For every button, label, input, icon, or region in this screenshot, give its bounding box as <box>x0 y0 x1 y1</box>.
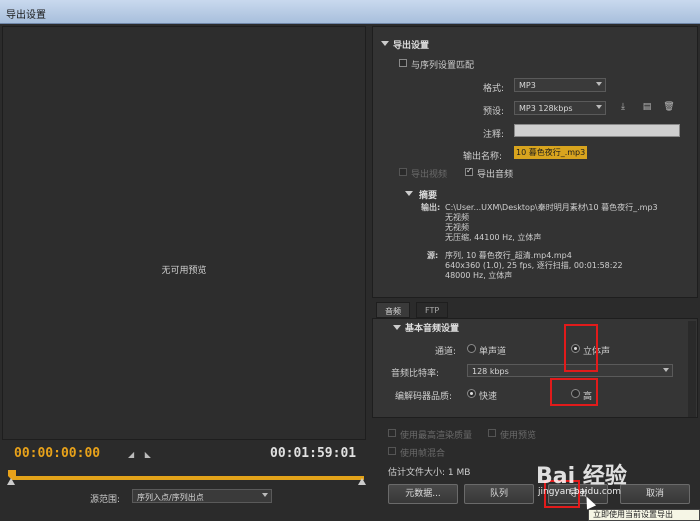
chevron-down-icon <box>596 82 602 86</box>
max-render-quality-checkbox[interactable] <box>388 429 396 437</box>
preview-panel: 无可用预览 <box>2 26 366 440</box>
summary-header: 摘要 <box>419 191 438 201</box>
metadata-button[interactable]: 元数据... <box>388 484 458 504</box>
delete-preset-icon[interactable]: 🗑 <box>663 102 675 113</box>
channels-label: 通道: <box>435 347 457 357</box>
use-previews-checkbox[interactable] <box>488 429 496 437</box>
source-range-label: 源范围: <box>90 495 121 505</box>
format-dropdown[interactable]: MP3 <box>514 78 606 92</box>
export-settings-header: 导出设置 <box>393 41 430 51</box>
export-settings-panel: 导出设置 与序列设置匹配 格式: MP3 预设: MP3 128kbps ⤓ ▤… <box>372 26 698 298</box>
export-video-checkbox[interactable] <box>399 168 407 176</box>
mono-label: 单声道 <box>479 347 507 357</box>
timeline-bar[interactable] <box>7 470 366 486</box>
comment-input[interactable] <box>514 124 680 137</box>
comment-label: 注释: <box>483 130 505 140</box>
export-audio-checkbox[interactable] <box>465 166 473 176</box>
out-point-handle[interactable] <box>358 478 366 485</box>
format-label: 格式: <box>483 84 505 94</box>
timecode-in[interactable]: 00:00:00:00 <box>14 446 100 461</box>
match-sequence-label: 与序列设置匹配 <box>411 61 475 71</box>
save-preset-icon[interactable]: ⤓ <box>617 102 629 113</box>
import-preset-icon[interactable]: ▤ <box>641 102 653 113</box>
no-preview-message: 无可用预览 <box>161 266 207 276</box>
summary-source-line: 序列, 10 暮色夜行_超清.mp4.mp4 <box>445 251 572 260</box>
in-point-handle[interactable] <box>7 478 15 485</box>
output-name-label: 输出名称: <box>463 152 503 162</box>
bitrate-value: 128 kbps <box>472 367 509 376</box>
tab-ftp[interactable]: FTP <box>416 302 449 318</box>
settings-tabs: 音频 FTP <box>372 302 698 318</box>
use-previews-label: 使用预览 <box>500 431 537 441</box>
match-sequence-checkbox[interactable] <box>399 59 407 67</box>
output-name-link[interactable]: 10 暮色夜行_.mp3 <box>514 146 588 159</box>
quality-fast-radio[interactable] <box>467 389 476 398</box>
preset-label: 预设: <box>483 107 505 117</box>
highlight-box-high <box>550 378 598 406</box>
audio-panel-scrollbar[interactable] <box>688 321 696 417</box>
summary-output-line: C:\User...UXM\Desktop\秦时明月素材\10 暮色夜行_.mp… <box>445 203 658 212</box>
summary-output-line: 无视频 <box>445 213 469 222</box>
baidu-watermark-logo: Bai 经验 <box>536 464 627 489</box>
queue-button[interactable]: 队列 <box>464 484 534 504</box>
in-out-marker-buttons[interactable]: ◢ ◣ <box>128 450 155 459</box>
chevron-down-icon <box>596 105 602 109</box>
timeline-track <box>12 476 364 480</box>
summary-source-line: 640x360 (1.0), 25 fps, 逐行扫描, 00:01:58:22 <box>445 261 623 270</box>
title-bar: 导出设置 <box>0 0 700 24</box>
collapse-export-settings-icon[interactable] <box>381 41 389 46</box>
summary-source-line: 48000 Hz, 立体声 <box>445 271 513 280</box>
collapse-audio-icon[interactable] <box>393 325 401 330</box>
source-range-value: 序列入点/序列出点 <box>137 493 204 502</box>
summary-source-label: 源: <box>427 251 439 260</box>
chevron-down-icon <box>262 493 268 497</box>
summary-output-label: 输出: <box>421 203 441 212</box>
source-range-dropdown[interactable]: 序列入点/序列出点 <box>132 489 272 503</box>
baidu-watermark-url: jingyan.baidu.com <box>538 487 622 497</box>
summary-output-line: 无压缩, 44100 Hz, 立体声 <box>445 233 542 242</box>
frame-blending-label: 使用帧混合 <box>400 449 446 459</box>
collapse-summary-icon[interactable] <box>405 191 413 196</box>
highlight-box-stereo <box>564 324 598 372</box>
chevron-down-icon <box>663 368 669 372</box>
timecode-out: 00:01:59:01 <box>270 446 357 461</box>
window-title: 导出设置 <box>6 10 46 21</box>
export-audio-label: 导出音频 <box>477 170 514 180</box>
cancel-button[interactable]: 取消 <box>620 484 690 504</box>
preset-dropdown[interactable]: MP3 128kbps <box>514 101 606 115</box>
mono-radio[interactable] <box>467 344 476 353</box>
audio-settings-panel: 基本音频设置 通道: 单声道 立体声 音频比特率: 128 kbps 编解码器品… <box>372 318 698 418</box>
quality-fast-label: 快速 <box>479 392 498 402</box>
preset-value: MP3 128kbps <box>519 104 573 113</box>
bitrate-label: 音频比特率: <box>391 369 440 379</box>
tab-audio[interactable]: 音频 <box>376 302 410 318</box>
summary-output-line: 无视频 <box>445 223 469 232</box>
format-value: MP3 <box>519 81 536 90</box>
basic-audio-header: 基本音频设置 <box>405 324 460 334</box>
codec-quality-label: 编解码器品质: <box>395 392 453 402</box>
export-tooltip: 立即使用当前设置导出 <box>588 509 700 521</box>
estimated-file-size: 估计文件大小: 1 MB <box>388 468 471 478</box>
export-video-label: 导出视频 <box>411 170 448 180</box>
frame-blending-checkbox[interactable] <box>388 447 396 455</box>
max-render-quality-label: 使用最高渲染质量 <box>400 431 473 441</box>
